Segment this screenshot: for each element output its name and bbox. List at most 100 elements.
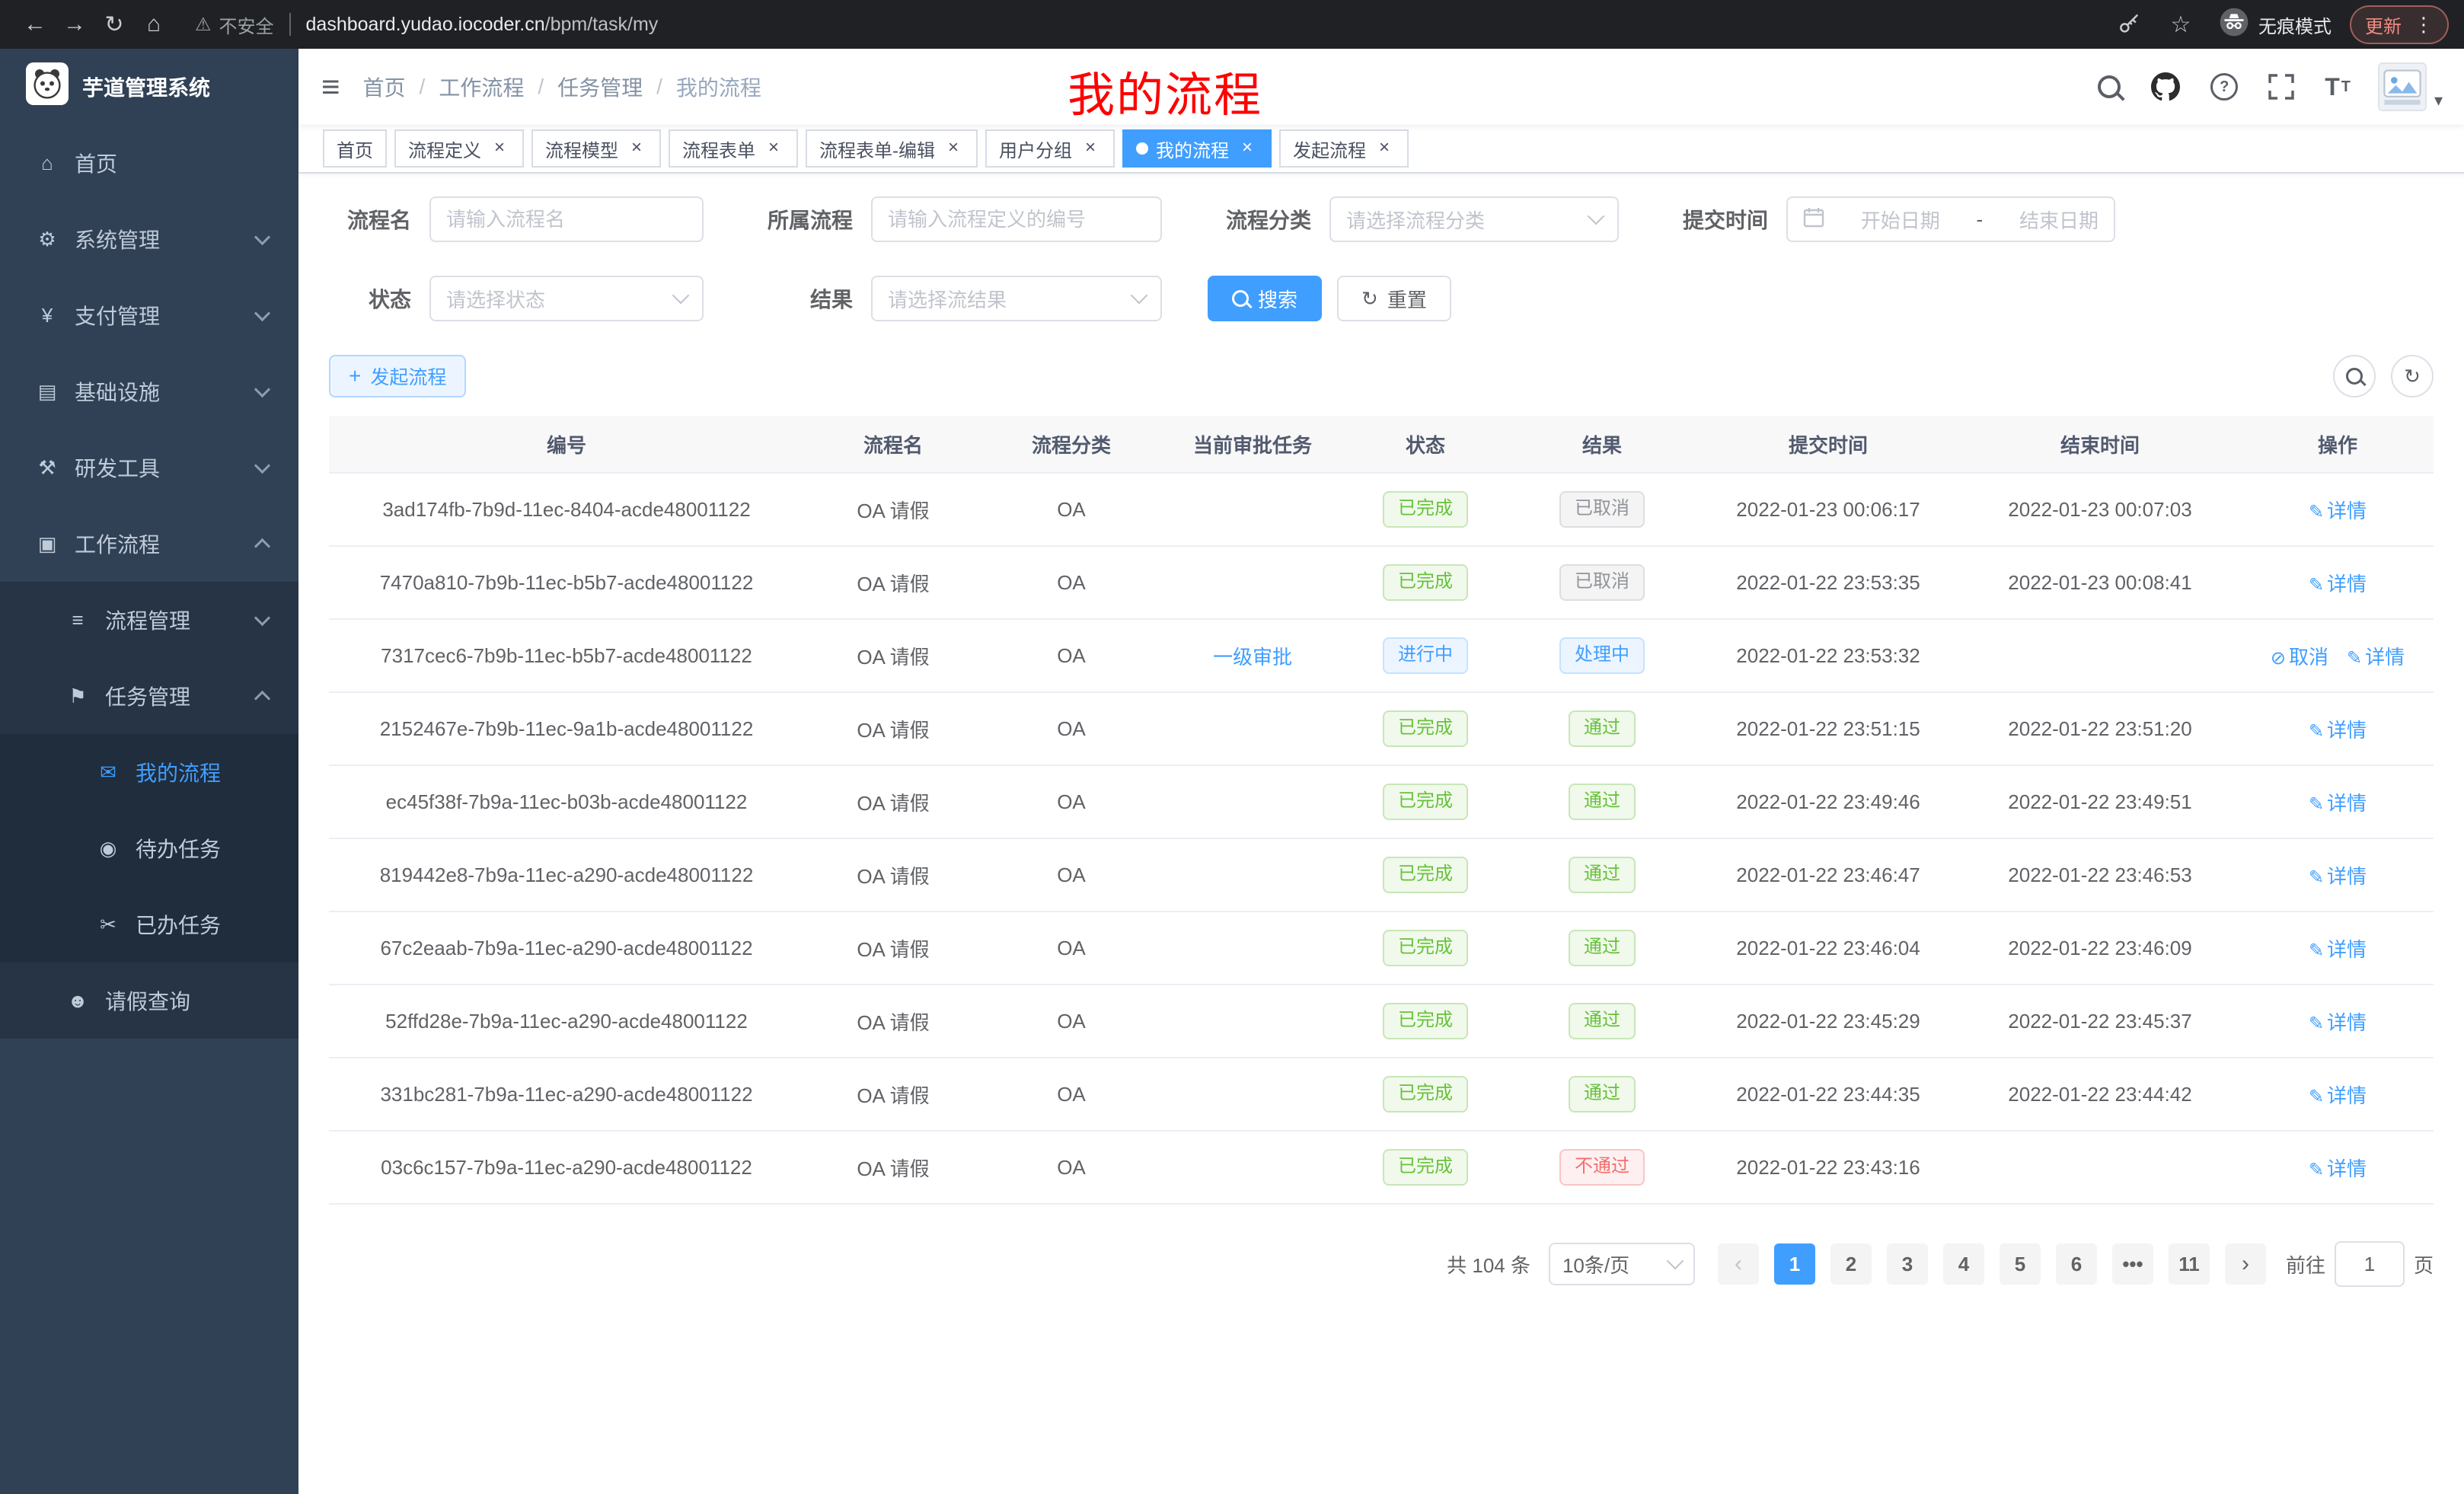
create-process-button[interactable]: + 发起流程 — [329, 355, 466, 397]
browser-chrome: ← → ↻ ⌂ ⚠不安全 dashboard.yudao.iocoder.cn/… — [0, 0, 2464, 49]
page-button-2[interactable]: 2 — [1830, 1243, 1872, 1285]
refresh-table-button[interactable]: ↻ — [2391, 355, 2434, 397]
tab-process-model[interactable]: 流程模型× — [531, 129, 661, 168]
result-select[interactable]: 请选择流结果 — [871, 276, 1162, 321]
cell-status: 已完成 — [1345, 1058, 1506, 1131]
refresh-icon[interactable]: ↻ — [94, 5, 134, 44]
close-icon[interactable]: × — [1237, 138, 1258, 159]
detail-link[interactable]: ✎详情 — [2309, 1084, 2367, 1107]
browser-home-icon[interactable]: ⌂ — [134, 5, 174, 44]
cell-end-time: 2022-01-22 23:46:53 — [1958, 838, 2242, 911]
update-button[interactable]: 更新 ⋮ — [2350, 5, 2449, 44]
update-label: 更新 — [2365, 11, 2402, 38]
column-header: 当前审批任务 — [1160, 416, 1345, 473]
close-icon[interactable]: × — [626, 138, 647, 159]
sidebar-item-infrastructure[interactable]: ▤基础设施 — [0, 353, 298, 429]
tab-process-form-edit[interactable]: 流程表单-编辑× — [806, 129, 978, 168]
detail-link[interactable]: ✎详情 — [2309, 1157, 2367, 1180]
cell-result: 已取消 — [1506, 473, 1698, 546]
reset-button[interactable]: ↻ 重置 — [1337, 276, 1451, 321]
breadcrumb-item[interactable]: 任务管理 — [557, 72, 643, 102]
page-size-select[interactable]: 10条/页 — [1549, 1243, 1695, 1285]
detail-link[interactable]: ✎详情 — [2309, 938, 2367, 961]
detail-link[interactable]: ✎详情 — [2309, 500, 2367, 522]
detail-link[interactable]: ✎详情 — [2309, 719, 2367, 742]
tab-home[interactable]: 首页 — [323, 129, 387, 168]
detail-link[interactable]: ✎详情 — [2309, 792, 2367, 815]
goto-page-input[interactable] — [2335, 1241, 2405, 1287]
search-button[interactable]: 搜索 — [1208, 276, 1322, 321]
breadcrumb-item[interactable]: 工作流程 — [439, 72, 524, 102]
search-icon — [1232, 290, 1249, 307]
show-search-button[interactable] — [2333, 355, 2376, 397]
detail-link[interactable]: ✎详情 — [2309, 865, 2367, 888]
tab-process-form[interactable]: 流程表单 × — [669, 129, 798, 168]
tab-my-process[interactable]: 我的流程× — [1122, 129, 1272, 168]
cell-id: 52ffd28e-7b9a-11ec-a290-acde48001122 — [329, 985, 804, 1058]
close-icon[interactable]: × — [1080, 138, 1101, 159]
sidebar-item-done-tasks[interactable]: ✂已办任务 — [0, 886, 298, 962]
cell-operations: ✎详情 — [2242, 838, 2434, 911]
process-name-input[interactable] — [429, 196, 704, 242]
page-button-4[interactable]: 4 — [1943, 1243, 1984, 1285]
cell-submit-time: 2022-01-22 23:46:04 — [1698, 911, 1958, 985]
sidebar-item-workflow[interactable]: ▣工作流程 — [0, 506, 298, 582]
detail-link[interactable]: ✎详情 — [2309, 573, 2367, 595]
app-logo[interactable]: 芋道管理系统 — [0, 49, 298, 125]
star-icon[interactable]: ☆ — [2161, 5, 2201, 44]
forward-icon[interactable]: → — [55, 5, 94, 44]
page-button-11[interactable]: 11 — [2169, 1243, 2210, 1285]
more-menu-icon[interactable]: ⋮ — [2414, 13, 2434, 37]
tab-start-process[interactable]: 发起流程× — [1279, 129, 1409, 168]
avatar[interactable] — [2378, 62, 2427, 111]
sidebar-item-my-process[interactable]: ✉我的流程 — [0, 734, 298, 810]
sidebar-item-leave-query[interactable]: ☻请假查询 — [0, 962, 298, 1039]
detail-link[interactable]: ✎详情 — [2309, 1011, 2367, 1034]
breadcrumb-item[interactable]: 首页 — [363, 72, 406, 102]
sidebar-item-process-mgmt[interactable]: ≡流程管理 — [0, 582, 298, 658]
detail-link[interactable]: ✎详情 — [2347, 646, 2405, 669]
cell-status: 已完成 — [1345, 1131, 1506, 1204]
tab-user-group[interactable]: 用户分组× — [985, 129, 1115, 168]
status-select[interactable]: 请选择状态 — [429, 276, 704, 321]
page-button-6[interactable]: 6 — [2056, 1243, 2097, 1285]
cell-category: OA — [982, 619, 1160, 692]
task-link[interactable]: 一级审批 — [1213, 646, 1292, 669]
close-icon[interactable]: × — [943, 138, 964, 159]
sidebar-item-todo-tasks[interactable]: ◉待办任务 — [0, 810, 298, 886]
page-button-3[interactable]: 3 — [1887, 1243, 1928, 1285]
github-icon[interactable] — [2136, 49, 2195, 125]
chevron-down-icon[interactable]: ▾ — [2434, 91, 2443, 110]
page-button-5[interactable]: 5 — [2000, 1243, 2041, 1285]
tab-process-definition[interactable]: 流程定义× — [394, 129, 524, 168]
font-size-icon[interactable]: TT — [2309, 49, 2366, 125]
more-pages-button[interactable]: ••• — [2112, 1243, 2153, 1285]
sidebar-item-dev-tools[interactable]: ⚒研发工具 — [0, 429, 298, 506]
sidebar-item-task-mgmt[interactable]: ⚑任务管理 — [0, 658, 298, 734]
category-select[interactable]: 请选择流程分类 — [1329, 196, 1619, 242]
search-icon[interactable] — [2083, 49, 2136, 125]
close-icon[interactable]: × — [489, 138, 510, 159]
url-text[interactable]: dashboard.yudao.iocoder.cn/bpm/task/my — [306, 14, 659, 36]
cancel-link[interactable]: ⊘取消 — [2271, 646, 2328, 669]
date-range-picker[interactable]: 开始日期 - 结束日期 — [1786, 196, 2115, 242]
close-icon[interactable]: × — [1374, 138, 1395, 159]
page-button-1[interactable]: 1 — [1774, 1243, 1815, 1285]
key-icon[interactable] — [2109, 5, 2149, 44]
sidebar-item-payment-mgmt[interactable]: ¥支付管理 — [0, 277, 298, 353]
sidebar-item-home[interactable]: ⌂首页 — [0, 125, 298, 201]
prev-page-button[interactable]: ‹ — [1718, 1243, 1759, 1285]
back-icon[interactable]: ← — [15, 5, 55, 44]
fullscreen-icon[interactable] — [2253, 49, 2309, 125]
tab-label: 流程表单 — [682, 136, 755, 162]
hamburger-icon[interactable]: ≡ — [298, 69, 363, 105]
close-icon[interactable]: × — [763, 138, 784, 159]
cell-name: OA 请假 — [804, 1131, 982, 1204]
help-icon[interactable]: ? — [2195, 49, 2253, 125]
status-tag: 已完成 — [1383, 1003, 1468, 1039]
next-page-button[interactable]: › — [2225, 1243, 2266, 1285]
process-def-input[interactable] — [871, 196, 1162, 242]
op-label: 详情 — [2327, 938, 2367, 961]
sidebar-item-system-mgmt[interactable]: ⚙系统管理 — [0, 201, 298, 277]
security-badge[interactable]: ⚠不安全 — [195, 11, 274, 38]
